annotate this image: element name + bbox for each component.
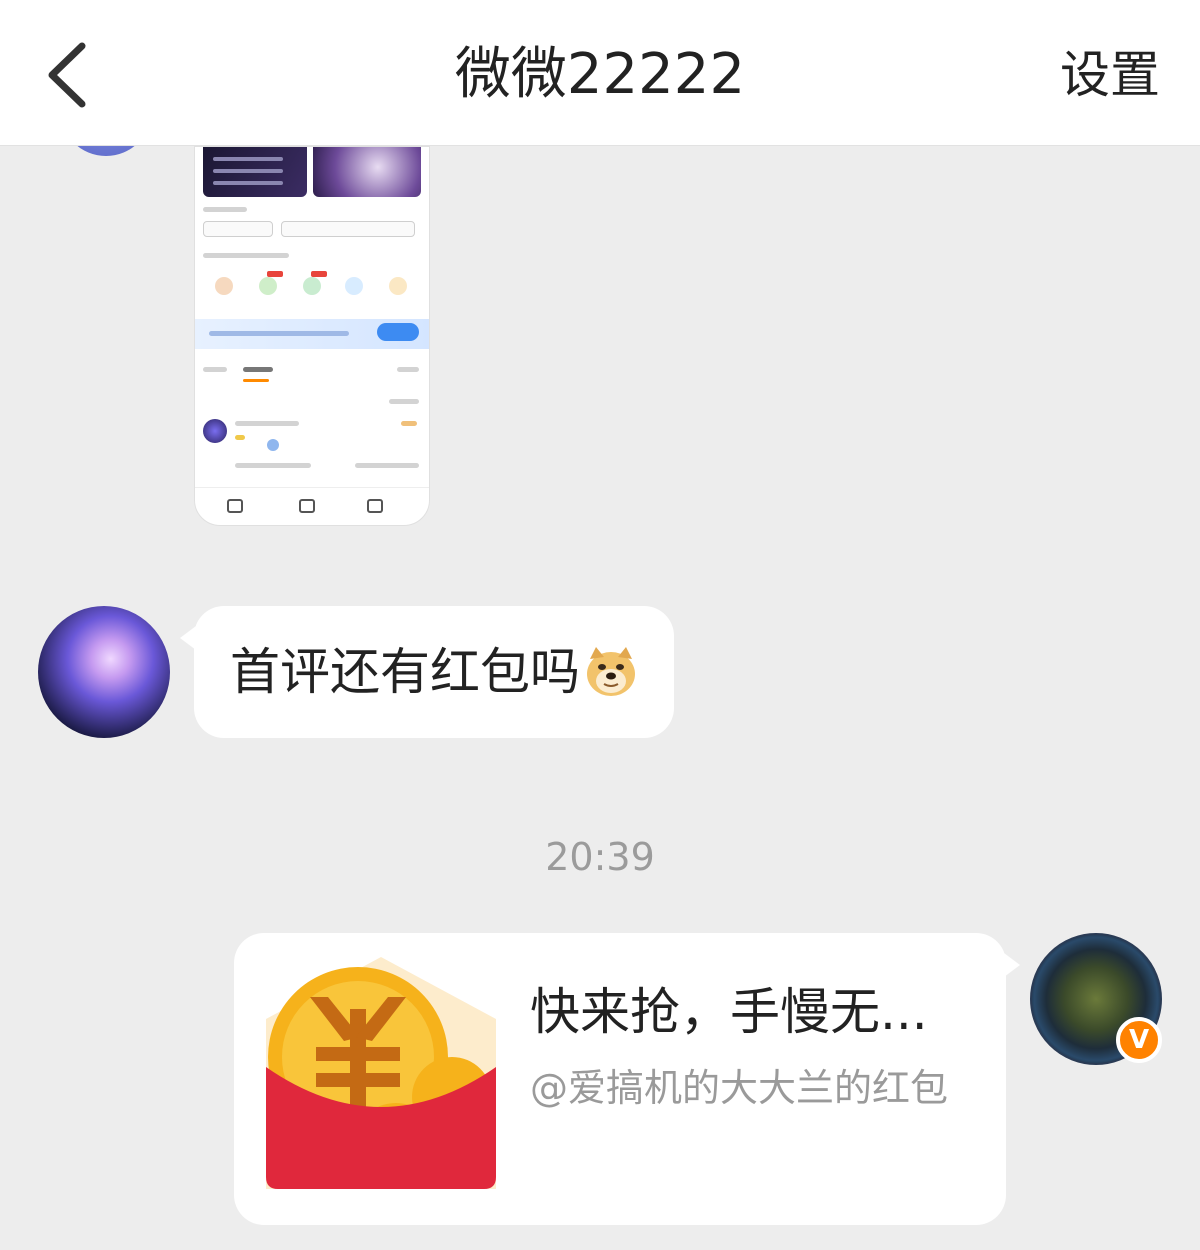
chat-title: 微微22222 bbox=[454, 42, 746, 107]
avatar[interactable] bbox=[38, 606, 170, 738]
chevron-left-icon bbox=[48, 42, 86, 108]
red-packet-subtitle: @爱搞机的大大兰的红包 bbox=[530, 1066, 949, 1110]
red-packet-icon bbox=[266, 957, 496, 1189]
shared-screenshot-image[interactable] bbox=[194, 146, 430, 526]
settings-button[interactable]: 设置 bbox=[1060, 40, 1160, 110]
doge-emoji-icon bbox=[587, 647, 635, 696]
back-button[interactable] bbox=[36, 36, 96, 114]
verified-badge-icon: V bbox=[1116, 1017, 1162, 1063]
screenshot-art bbox=[313, 147, 421, 197]
avatar[interactable]: V bbox=[1030, 933, 1162, 1065]
message-text: 首评还有红包吗 bbox=[230, 643, 580, 701]
screenshot-banner bbox=[203, 147, 307, 197]
message-bubble[interactable]: 首评还有红包吗 bbox=[180, 606, 674, 738]
red-packet-title: 快来抢，手慢无... bbox=[530, 983, 928, 1041]
top-nav-bar: 微微22222 设置 bbox=[0, 0, 1200, 146]
red-packet-card[interactable]: 快来抢，手慢无... @爱搞机的大大兰的红包 bbox=[234, 933, 1020, 1225]
message-timestamp: 20:39 bbox=[545, 835, 655, 879]
chat-page: 微微22222 设置 首评还有红包吗 20:39 快来抢，手慢无... @爱搞机… bbox=[0, 0, 1200, 1250]
screenshot-avatar bbox=[203, 419, 227, 443]
